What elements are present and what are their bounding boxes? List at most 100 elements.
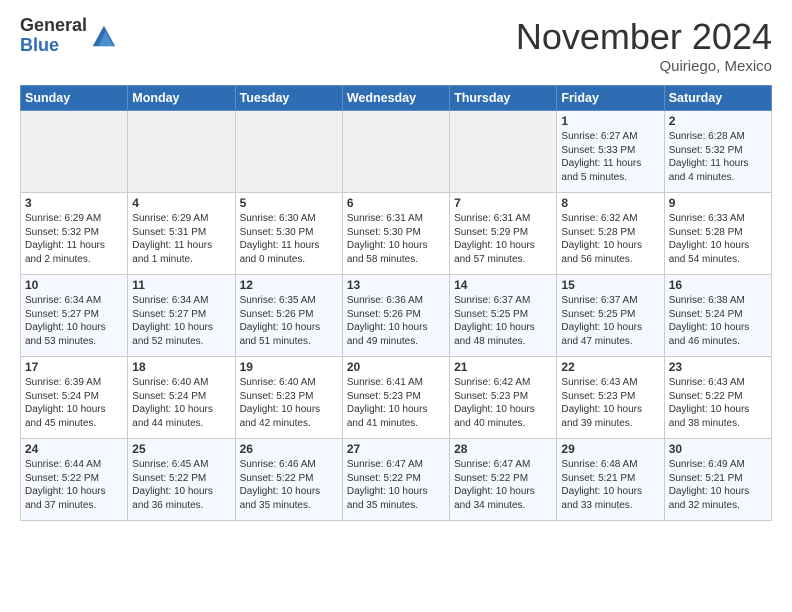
day-number: 4 [132,196,230,210]
calendar: SundayMondayTuesdayWednesdayThursdayFrid… [20,85,772,521]
day-info: Sunrise: 6:42 AM Sunset: 5:23 PM Dayligh… [454,376,552,430]
day-number: 1 [561,114,659,128]
header: General Blue November 2024 Quiriego, Mex… [20,16,772,75]
calendar-header-thursday: Thursday [450,86,557,111]
calendar-cell [342,111,449,193]
calendar-cell: 8 Sunrise: 6:32 AM Sunset: 5:28 PM Daylig… [557,193,664,275]
day-info: Sunrise: 6:49 AM Sunset: 5:21 PM Dayligh… [669,458,767,512]
calendar-week-3: 17 Sunrise: 6:39 AM Sunset: 5:24 PM Dayli… [21,357,772,439]
day-number: 6 [347,196,445,210]
day-number: 25 [132,442,230,456]
day-info: Sunrise: 6:47 AM Sunset: 5:22 PM Dayligh… [454,458,552,512]
day-info: Sunrise: 6:39 AM Sunset: 5:24 PM Dayligh… [25,376,123,430]
calendar-cell: 6 Sunrise: 6:31 AM Sunset: 5:30 PM Daylig… [342,193,449,275]
day-number: 13 [347,278,445,292]
calendar-cell: 2 Sunrise: 6:28 AM Sunset: 5:32 PM Daylig… [664,111,771,193]
day-info: Sunrise: 6:29 AM Sunset: 5:32 PM Dayligh… [25,212,123,266]
calendar-cell: 26 Sunrise: 6:46 AM Sunset: 5:22 PM Dayli… [235,439,342,521]
calendar-cell: 14 Sunrise: 6:37 AM Sunset: 5:25 PM Dayli… [450,275,557,357]
calendar-header-tuesday: Tuesday [235,86,342,111]
calendar-cell: 20 Sunrise: 6:41 AM Sunset: 5:23 PM Dayli… [342,357,449,439]
logo-icon [89,22,117,50]
day-number: 12 [240,278,338,292]
day-number: 14 [454,278,552,292]
calendar-cell: 1Sunrise: 6:27 AM Sunset: 5:33 PM Daylig… [557,111,664,193]
calendar-cell: 17 Sunrise: 6:39 AM Sunset: 5:24 PM Dayli… [21,357,128,439]
calendar-cell: 4 Sunrise: 6:29 AM Sunset: 5:31 PM Daylig… [128,193,235,275]
day-number: 9 [669,196,767,210]
calendar-cell: 7 Sunrise: 6:31 AM Sunset: 5:29 PM Daylig… [450,193,557,275]
calendar-cell: 23 Sunrise: 6:43 AM Sunset: 5:22 PM Dayli… [664,357,771,439]
day-info: Sunrise: 6:43 AM Sunset: 5:22 PM Dayligh… [669,376,767,430]
calendar-cell: 15 Sunrise: 6:37 AM Sunset: 5:25 PM Dayli… [557,275,664,357]
day-info: Sunrise: 6:34 AM Sunset: 5:27 PM Dayligh… [25,294,123,348]
day-number: 7 [454,196,552,210]
day-info: Sunrise: 6:37 AM Sunset: 5:25 PM Dayligh… [561,294,659,348]
title-block: November 2024 Quiriego, Mexico [516,16,772,75]
day-number: 23 [669,360,767,374]
calendar-week-2: 10Sunrise: 6:34 AM Sunset: 5:27 PM Dayli… [21,275,772,357]
day-info: Sunrise: 6:31 AM Sunset: 5:29 PM Dayligh… [454,212,552,266]
day-info: Sunrise: 6:40 AM Sunset: 5:23 PM Dayligh… [240,376,338,430]
logo-general: General [20,16,87,36]
day-number: 19 [240,360,338,374]
calendar-cell: 30 Sunrise: 6:49 AM Sunset: 5:21 PM Dayli… [664,439,771,521]
day-number: 29 [561,442,659,456]
calendar-cell [450,111,557,193]
day-info: Sunrise: 6:33 AM Sunset: 5:28 PM Dayligh… [669,212,767,266]
calendar-cell: 13 Sunrise: 6:36 AM Sunset: 5:26 PM Dayli… [342,275,449,357]
day-number: 16 [669,278,767,292]
day-number: 5 [240,196,338,210]
day-number: 30 [669,442,767,456]
calendar-header-monday: Monday [128,86,235,111]
calendar-cell: 22Sunrise: 6:43 AM Sunset: 5:23 PM Dayli… [557,357,664,439]
day-number: 3 [25,196,123,210]
calendar-cell: 25 Sunrise: 6:45 AM Sunset: 5:22 PM Dayli… [128,439,235,521]
day-info: Sunrise: 6:29 AM Sunset: 5:31 PM Dayligh… [132,212,230,266]
calendar-cell: 12Sunrise: 6:35 AM Sunset: 5:26 PM Dayli… [235,275,342,357]
day-number: 26 [240,442,338,456]
day-number: 2 [669,114,767,128]
calendar-cell: 5 Sunrise: 6:30 AM Sunset: 5:30 PM Daylig… [235,193,342,275]
calendar-cell: 10Sunrise: 6:34 AM Sunset: 5:27 PM Dayli… [21,275,128,357]
location: Quiriego, Mexico [516,58,772,75]
day-number: 15 [561,278,659,292]
day-number: 21 [454,360,552,374]
day-number: 20 [347,360,445,374]
day-info: Sunrise: 6:41 AM Sunset: 5:23 PM Dayligh… [347,376,445,430]
calendar-cell: 28Sunrise: 6:47 AM Sunset: 5:22 PM Dayli… [450,439,557,521]
day-info: Sunrise: 6:47 AM Sunset: 5:22 PM Dayligh… [347,458,445,512]
calendar-header-sunday: Sunday [21,86,128,111]
day-info: Sunrise: 6:34 AM Sunset: 5:27 PM Dayligh… [132,294,230,348]
day-info: Sunrise: 6:30 AM Sunset: 5:30 PM Dayligh… [240,212,338,266]
day-number: 8 [561,196,659,210]
day-info: Sunrise: 6:48 AM Sunset: 5:21 PM Dayligh… [561,458,659,512]
day-info: Sunrise: 6:36 AM Sunset: 5:26 PM Dayligh… [347,294,445,348]
day-info: Sunrise: 6:44 AM Sunset: 5:22 PM Dayligh… [25,458,123,512]
calendar-week-0: 1Sunrise: 6:27 AM Sunset: 5:33 PM Daylig… [21,111,772,193]
logo-blue: Blue [20,36,87,56]
calendar-header-friday: Friday [557,86,664,111]
day-number: 27 [347,442,445,456]
calendar-cell: 27 Sunrise: 6:47 AM Sunset: 5:22 PM Dayli… [342,439,449,521]
calendar-cell: 9 Sunrise: 6:33 AM Sunset: 5:28 PM Daylig… [664,193,771,275]
day-info: Sunrise: 6:45 AM Sunset: 5:22 PM Dayligh… [132,458,230,512]
day-info: Sunrise: 6:46 AM Sunset: 5:22 PM Dayligh… [240,458,338,512]
day-info: Sunrise: 6:43 AM Sunset: 5:23 PM Dayligh… [561,376,659,430]
day-info: Sunrise: 6:31 AM Sunset: 5:30 PM Dayligh… [347,212,445,266]
calendar-cell: 16Sunrise: 6:38 AM Sunset: 5:24 PM Dayli… [664,275,771,357]
calendar-cell: 29 Sunrise: 6:48 AM Sunset: 5:21 PM Dayli… [557,439,664,521]
calendar-cell [235,111,342,193]
calendar-cell [128,111,235,193]
calendar-cell: 11 Sunrise: 6:34 AM Sunset: 5:27 PM Dayli… [128,275,235,357]
day-info: Sunrise: 6:28 AM Sunset: 5:32 PM Dayligh… [669,130,767,184]
day-number: 17 [25,360,123,374]
calendar-cell: 21 Sunrise: 6:42 AM Sunset: 5:23 PM Dayli… [450,357,557,439]
day-info: Sunrise: 6:40 AM Sunset: 5:24 PM Dayligh… [132,376,230,430]
calendar-cell: 18Sunrise: 6:40 AM Sunset: 5:24 PM Dayli… [128,357,235,439]
day-info: Sunrise: 6:32 AM Sunset: 5:28 PM Dayligh… [561,212,659,266]
day-info: Sunrise: 6:37 AM Sunset: 5:25 PM Dayligh… [454,294,552,348]
day-number: 11 [132,278,230,292]
month-title: November 2024 [516,16,772,58]
page: General Blue November 2024 Quiriego, Mex… [0,0,792,537]
